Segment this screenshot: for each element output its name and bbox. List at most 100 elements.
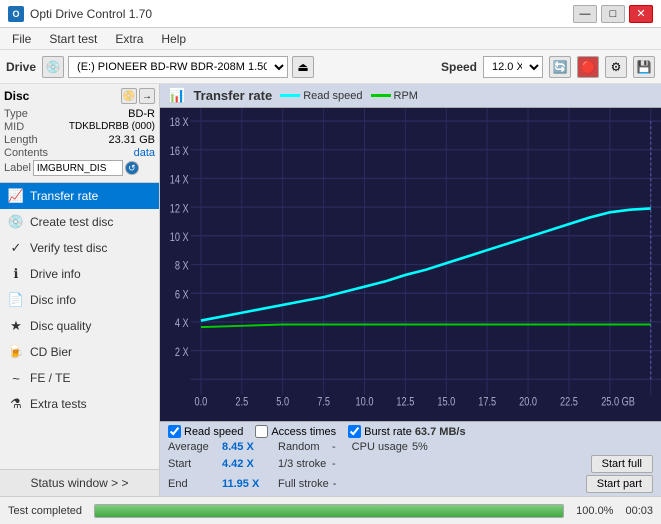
svg-text:22.5: 22.5: [560, 395, 578, 408]
nav-drive-info[interactable]: ℹ Drive info: [0, 261, 159, 287]
chart-svg: 18 X 16 X 14 X 12 X 10 X 8 X 6 X 4 X 2 X…: [160, 108, 661, 421]
end-val: 11.95 X: [222, 478, 262, 490]
svg-text:2.5: 2.5: [235, 395, 248, 408]
label-input[interactable]: [33, 160, 123, 176]
type-key: Type: [4, 108, 28, 120]
start-part-button[interactable]: Start part: [586, 475, 653, 493]
svg-text:4 X: 4 X: [175, 317, 189, 330]
stats-row-3: End 11.95 X Full stroke - Start part: [168, 475, 653, 493]
svg-text:14 X: 14 X: [170, 174, 189, 187]
svg-text:0.0: 0.0: [195, 395, 208, 408]
nav-disc-quality[interactable]: ★ Disc quality: [0, 313, 159, 339]
nav-disc-info[interactable]: 📄 Disc info: [0, 287, 159, 313]
svg-text:2 X: 2 X: [175, 346, 189, 359]
svg-text:12.5: 12.5: [396, 395, 414, 408]
average-val: 8.45 X: [222, 441, 262, 453]
status-window-button[interactable]: Status window > >: [0, 469, 159, 496]
svg-text:10 X: 10 X: [170, 231, 189, 244]
mid-val: TDKBLDRBB (000): [69, 121, 155, 133]
app-title: Opti Drive Control 1.70: [30, 7, 152, 21]
mid-key: MID: [4, 121, 24, 133]
extra-tests-icon: ⚗: [8, 396, 24, 412]
settings-button[interactable]: ⚙: [605, 56, 627, 78]
disc-quality-icon: ★: [8, 318, 24, 334]
disc-info-nav-icon: 📄: [8, 292, 24, 308]
red-icon-button[interactable]: 🔴: [577, 56, 599, 78]
start-full-button[interactable]: Start full: [591, 455, 653, 473]
save-button[interactable]: 💾: [633, 56, 655, 78]
svg-text:5.0: 5.0: [276, 395, 289, 408]
svg-text:8 X: 8 X: [175, 260, 189, 273]
status-bar: Test completed 100.0% 00:03: [0, 496, 661, 524]
nav-cd-bier[interactable]: 🍺 CD Bier: [0, 339, 159, 365]
progress-label: 100.0%: [576, 505, 613, 517]
svg-text:15.0: 15.0: [437, 395, 455, 408]
full-stroke-key: Full stroke: [278, 478, 329, 490]
svg-text:25.0 GB: 25.0 GB: [601, 395, 635, 408]
nav-create-test-disc[interactable]: 💿 Create test disc: [0, 209, 159, 235]
nav-transfer-rate[interactable]: 📈 Transfer rate: [0, 183, 159, 209]
progress-bar: [95, 505, 563, 517]
read-speed-checkbox-label[interactable]: Read speed: [168, 425, 243, 438]
cpu-val: 5%: [412, 441, 428, 453]
read-speed-checkbox[interactable]: [168, 425, 181, 438]
start-key: Start: [168, 458, 218, 470]
label-refresh-icon[interactable]: ↺: [125, 161, 139, 175]
time-label: 00:03: [625, 505, 653, 517]
access-times-checkbox-label[interactable]: Access times: [255, 425, 336, 438]
eject-button[interactable]: ⏏: [292, 56, 314, 78]
stats-row-2: Start 4.42 X 1/3 stroke - Start full: [168, 455, 653, 473]
create-disc-icon: 💿: [8, 214, 24, 230]
menu-help[interactable]: Help: [153, 30, 194, 48]
disc-title: Disc: [4, 89, 29, 103]
burst-rate-checkbox[interactable]: [348, 425, 361, 438]
menu-extra[interactable]: Extra: [107, 30, 151, 48]
burst-rate-checkbox-label[interactable]: Burst rate 63.7 MB/s: [348, 425, 465, 438]
svg-text:17.5: 17.5: [478, 395, 496, 408]
title-bar: O Opti Drive Control 1.70 — □ ✕: [0, 0, 661, 28]
chart-checkboxes: Read speed Access times Burst rate 63.7 …: [168, 425, 653, 438]
drive-select[interactable]: (E:) PIONEER BD-RW BDR-208M 1.50: [68, 56, 288, 78]
drive-info-icon: ℹ: [8, 266, 24, 282]
length-val: 23.31 GB: [109, 134, 155, 146]
stats-row-1: Average 8.45 X Random - CPU usage 5%: [168, 441, 653, 453]
burst-rate-value: 63.7 MB/s: [415, 426, 466, 438]
disc-info-icon[interactable]: 📀: [121, 88, 137, 104]
nav-fe-te[interactable]: ~ FE / TE: [0, 365, 159, 391]
maximize-button[interactable]: □: [601, 5, 625, 23]
drive-icon: 💿: [42, 56, 64, 78]
svg-text:10.0: 10.0: [356, 395, 374, 408]
chart-header-icon: 📊: [168, 87, 185, 104]
full-stroke-val: -: [333, 478, 337, 490]
svg-text:6 X: 6 X: [175, 288, 189, 301]
speed-select[interactable]: 12.0 X ↓: [483, 56, 543, 78]
transfer-rate-icon: 📈: [8, 188, 24, 204]
read-speed-legend: Read speed: [280, 90, 362, 102]
stroke-key: 1/3 stroke: [278, 458, 328, 470]
random-val: -: [332, 441, 336, 453]
svg-text:7.5: 7.5: [317, 395, 330, 408]
end-key: End: [168, 478, 218, 490]
refresh-button[interactable]: 🔄: [549, 56, 571, 78]
toolbar: Drive 💿 (E:) PIONEER BD-RW BDR-208M 1.50…: [0, 50, 661, 84]
chart-footer: Read speed Access times Burst rate 63.7 …: [160, 421, 661, 496]
start-val: 4.42 X: [222, 458, 262, 470]
access-times-checkbox[interactable]: [255, 425, 268, 438]
chart-header: 📊 Transfer rate Read speed RPM: [160, 84, 661, 108]
cpu-key: CPU usage: [352, 441, 408, 453]
status-text: Test completed: [8, 505, 82, 517]
menu-start-test[interactable]: Start test: [41, 30, 105, 48]
svg-text:18 X: 18 X: [170, 116, 189, 129]
chart-container: 18 X 16 X 14 X 12 X 10 X 8 X 6 X 4 X 2 X…: [160, 108, 661, 421]
label-key: Label: [4, 162, 31, 174]
close-button[interactable]: ✕: [629, 5, 653, 23]
svg-text:16 X: 16 X: [170, 145, 189, 158]
random-key: Random: [278, 441, 328, 453]
menu-file[interactable]: File: [4, 30, 39, 48]
nav-extra-tests[interactable]: ⚗ Extra tests: [0, 391, 159, 417]
rpm-color: [371, 94, 391, 97]
disc-arrow-icon[interactable]: →: [139, 88, 155, 104]
minimize-button[interactable]: —: [573, 5, 597, 23]
nav-items: 📈 Transfer rate 💿 Create test disc ✓ Ver…: [0, 183, 159, 469]
nav-verify-test-disc[interactable]: ✓ Verify test disc: [0, 235, 159, 261]
